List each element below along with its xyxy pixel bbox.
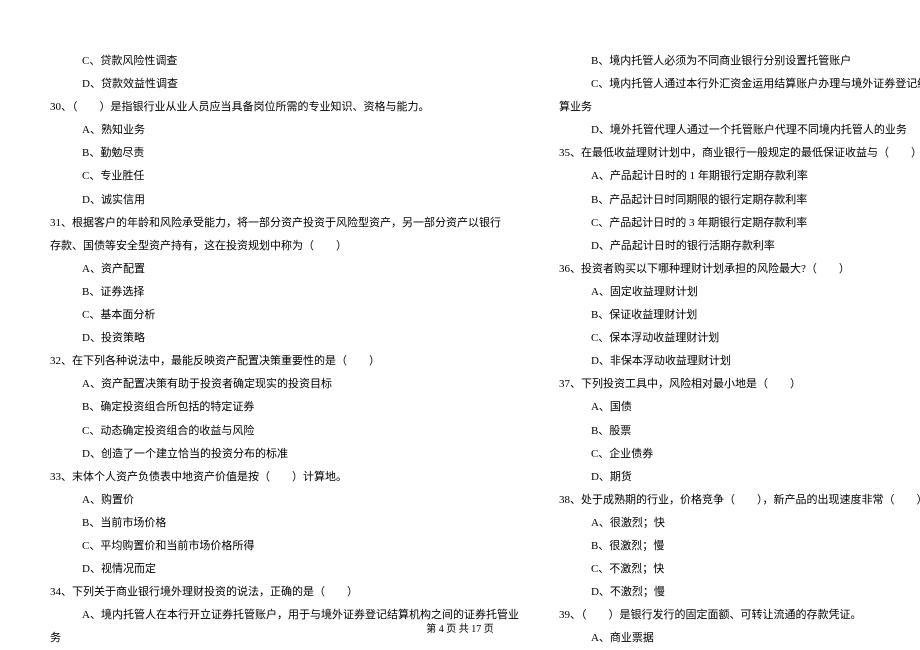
option-37c: C、企业债券: [559, 443, 920, 466]
option-31c: C、基本面分析: [50, 304, 519, 327]
option-38d: D、不激烈；慢: [559, 581, 920, 604]
option-35c: C、产品起计日时的 3 年期银行定期存款利率: [559, 212, 920, 235]
option-37d: D、期货: [559, 466, 920, 489]
option-37b: B、股票: [559, 420, 920, 443]
option-35d: D、产品起计日时的银行活期存款利率: [559, 235, 920, 258]
option-30d: D、诚实信用: [50, 189, 519, 212]
option-30c: C、专业胜任: [50, 165, 519, 188]
option-36c: C、保本浮动收益理财计划: [559, 327, 920, 350]
question-31-line2: 存款、国债等安全型资产持有，这在投资规划中称为（ ）: [50, 235, 519, 258]
option-33b: B、当前市场价格: [50, 512, 519, 535]
option-29c: C、贷款风险性调查: [50, 50, 519, 73]
option-31b: B、证券选择: [50, 281, 519, 304]
option-33a: A、购置价: [50, 489, 519, 512]
option-30a: A、熟知业务: [50, 119, 519, 142]
option-33c: C、平均购置价和当前市场价格所得: [50, 535, 519, 558]
page-footer: 第 4 页 共 17 页: [0, 620, 920, 635]
option-32a: A、资产配置决策有助于投资者确定现实的投资目标: [50, 373, 519, 396]
two-column-layout: C、贷款风险性调查 D、贷款效益性调查 30、（ ）是指银行业从业人员应当具备岗…: [50, 50, 870, 610]
option-31a: A、资产配置: [50, 258, 519, 281]
option-30b: B、勤勉尽责: [50, 142, 519, 165]
option-31d: D、投资策略: [50, 327, 519, 350]
option-34d: D、境外托管代理人通过一个托管账户代理不同境内托管人的业务: [559, 119, 920, 142]
question-33: 33、末体个人资产负债表中地资产价值是按（ ）计算地。: [50, 466, 519, 489]
left-column: C、贷款风险性调查 D、贷款效益性调查 30、（ ）是指银行业从业人员应当具备岗…: [50, 50, 519, 610]
option-34b: B、境内托管人必须为不同商业银行分别设置托管账户: [559, 50, 920, 73]
right-column: B、境内托管人必须为不同商业银行分别设置托管账户 C、境内托管人通过本行外汇资金…: [559, 50, 920, 610]
option-34c-line2: 算业务: [559, 96, 920, 119]
question-34: 34、下列关于商业银行境外理财投资的说法，正确的是（ ）: [50, 581, 519, 604]
option-38a: A、很激烈；快: [559, 512, 920, 535]
question-36: 36、投资者购买以下哪种理财计划承担的风险最大?（ ）: [559, 258, 920, 281]
option-34c-line1: C、境内托管人通过本行外汇资金运用结算账户办理与境外证券登记结算机构之间的资金结: [559, 73, 920, 96]
option-32b: B、确定投资组合所包括的特定证券: [50, 396, 519, 419]
option-37a: A、国债: [559, 396, 920, 419]
option-33d: D、视情况而定: [50, 558, 519, 581]
option-36b: B、保证收益理财计划: [559, 304, 920, 327]
option-32c: C、动态确定投资组合的收益与风险: [50, 420, 519, 443]
option-35b: B、产品起计日时同期限的银行定期存款利率: [559, 189, 920, 212]
question-32: 32、在下列各种说法中，最能反映资产配置决策重要性的是（ ）: [50, 350, 519, 373]
question-37: 37、下列投资工具中，风险相对最小地是（ ）: [559, 373, 920, 396]
option-38c: C、不激烈；快: [559, 558, 920, 581]
option-29d: D、贷款效益性调查: [50, 73, 519, 96]
option-35a: A、产品起计日时的 1 年期银行定期存款利率: [559, 165, 920, 188]
option-36a: A、固定收益理财计划: [559, 281, 920, 304]
option-32d: D、创造了一个建立恰当的投资分布的标准: [50, 443, 519, 466]
question-30: 30、（ ）是指银行业从业人员应当具备岗位所需的专业知识、资格与能力。: [50, 96, 519, 119]
question-38: 38、处于成熟期的行业，价格竞争（ ），新产品的出现速度非常（ ）: [559, 489, 920, 512]
option-38b: B、很激烈；慢: [559, 535, 920, 558]
question-31-line1: 31、根据客户的年龄和风险承受能力，将一部分资产投资于风险型资产，另一部分资产以…: [50, 212, 519, 235]
option-36d: D、非保本浮动收益理财计划: [559, 350, 920, 373]
question-35: 35、在最低收益理财计划中，商业银行一般规定的最低保证收益与（ ）最接近。: [559, 142, 920, 165]
